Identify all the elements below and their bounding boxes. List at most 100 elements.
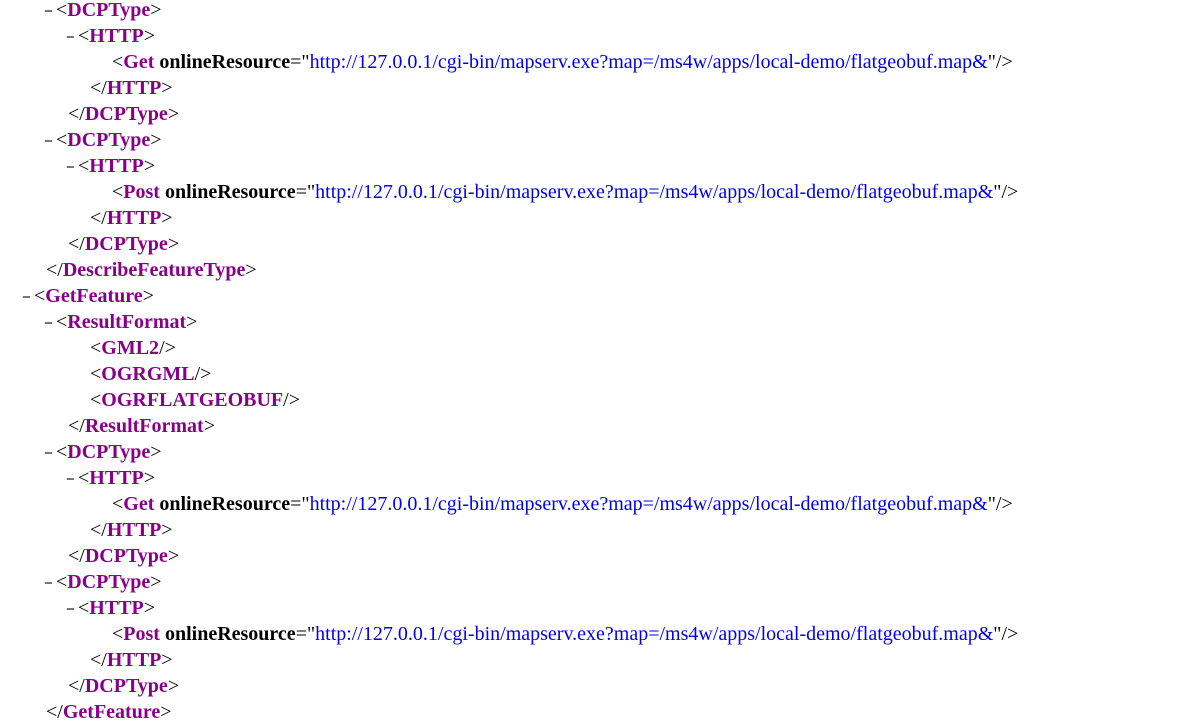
xml-line: − <DCPType> xyxy=(44,439,162,465)
attribute-name: onlineResource xyxy=(159,493,291,515)
tag-name: ResultFormat xyxy=(84,415,204,437)
tag-bracket: </ xyxy=(68,545,85,567)
collapse-toggle-icon[interactable]: − xyxy=(44,0,56,25)
tag-bracket: </ xyxy=(90,649,107,671)
tag-name: GetFeature xyxy=(62,701,161,723)
xml-line: </DCPType> xyxy=(68,673,179,699)
xml-line: </GetFeature> xyxy=(46,699,172,725)
xml-line: <OGRGML/> xyxy=(90,361,211,387)
collapse-toggle-icon[interactable]: − xyxy=(44,129,56,155)
attribute-name: onlineResource xyxy=(159,51,291,73)
collapse-toggle-icon[interactable]: − xyxy=(22,285,34,311)
tag-bracket: </ xyxy=(68,233,85,255)
tag-name: DCPType xyxy=(67,571,151,593)
tag-bracket: > xyxy=(142,285,154,307)
tag-bracket: > xyxy=(143,25,156,47)
tag-name: DCPType xyxy=(84,103,168,125)
tag-bracket: > xyxy=(160,701,172,723)
tag-bracket: </ xyxy=(90,207,107,229)
xml-line: − <GetFeature> xyxy=(22,283,154,309)
tag-bracket: </ xyxy=(46,259,63,281)
tag-bracket: > xyxy=(203,415,215,437)
tag-name: DCPType xyxy=(67,441,151,463)
tag-bracket: "/> xyxy=(993,181,1019,203)
tag-bracket: < xyxy=(56,571,68,593)
attribute-equals: =" xyxy=(290,493,310,515)
tag-bracket: > xyxy=(167,233,180,255)
tag-bracket: > xyxy=(161,207,173,229)
tag-bracket: > xyxy=(150,571,162,593)
tag-bracket: < xyxy=(56,441,68,463)
tag-bracket: < xyxy=(78,155,90,177)
xml-line: </DCPType> xyxy=(68,543,179,569)
tag-bracket: < xyxy=(78,467,90,489)
tag-bracket: > xyxy=(161,519,173,541)
xml-line: − <HTTP> xyxy=(66,23,155,49)
tag-name: HTTP xyxy=(106,77,162,99)
tag-bracket: > xyxy=(161,77,173,99)
tag-name: Get xyxy=(123,51,155,73)
tag-name: HTTP xyxy=(89,467,144,489)
tag-name: HTTP xyxy=(106,207,162,229)
tag-name: OGRFLATGEOBUF xyxy=(101,389,284,411)
tag-bracket: > xyxy=(143,467,156,489)
xml-line: </HTTP> xyxy=(90,647,173,673)
attribute-equals: =" xyxy=(290,51,310,73)
xml-line: − <DCPType> xyxy=(44,0,162,23)
tag-bracket: > xyxy=(245,259,257,281)
tag-name: HTTP xyxy=(89,155,144,177)
xml-line: − <HTTP> xyxy=(66,595,155,621)
collapse-toggle-icon[interactable]: − xyxy=(44,311,56,337)
collapse-toggle-icon[interactable]: − xyxy=(66,467,78,493)
tag-bracket: < xyxy=(78,597,90,619)
xml-line: <OGRFLATGEOBUF/> xyxy=(90,387,300,413)
tag-bracket: < xyxy=(78,25,90,47)
xml-line: </DCPType> xyxy=(68,101,179,127)
tag-bracket: "/> xyxy=(987,51,1013,73)
tag-name: DCPType xyxy=(84,545,168,567)
collapse-toggle-icon[interactable]: − xyxy=(66,597,78,623)
collapse-toggle-icon[interactable]: − xyxy=(66,155,78,181)
tag-bracket: > xyxy=(167,545,180,567)
tag-name: ResultFormat xyxy=(67,311,187,333)
xml-line: </DescribeFeatureType> xyxy=(46,257,257,283)
attribute-name: onlineResource xyxy=(164,623,296,645)
tag-name: GML2 xyxy=(101,337,160,359)
tag-bracket: </ xyxy=(90,77,107,99)
tag-name: Post xyxy=(123,623,160,645)
tag-bracket: > xyxy=(186,311,198,333)
tag-bracket: /> xyxy=(159,337,176,359)
tag-bracket: < xyxy=(56,311,68,333)
tag-name: DCPType xyxy=(84,675,168,697)
tag-name: DescribeFeatureType xyxy=(62,259,246,281)
tag-bracket: < xyxy=(112,623,124,645)
tag-bracket: > xyxy=(161,649,173,671)
tag-bracket: </ xyxy=(46,701,63,723)
collapse-toggle-icon[interactable]: − xyxy=(44,571,56,597)
tag-bracket: < xyxy=(34,285,46,307)
tag-bracket: > xyxy=(143,155,156,177)
tag-name: DCPType xyxy=(67,129,151,151)
attribute-equals: =" xyxy=(295,623,316,645)
tag-bracket: < xyxy=(90,389,102,411)
xml-line: <Get onlineResource="http://127.0.0.1/cg… xyxy=(112,491,1013,517)
tag-bracket: </ xyxy=(68,103,85,125)
tag-name: HTTP xyxy=(106,519,162,541)
tag-bracket: </ xyxy=(68,415,85,437)
tag-bracket: < xyxy=(112,493,124,515)
xml-line: <Post onlineResource="http://127.0.0.1/c… xyxy=(112,621,1018,647)
tag-bracket: < xyxy=(112,181,124,203)
collapse-toggle-icon[interactable]: − xyxy=(66,25,78,51)
collapse-toggle-icon[interactable]: − xyxy=(44,441,56,467)
tag-bracket: </ xyxy=(90,519,107,541)
tag-bracket: /> xyxy=(283,389,300,411)
attribute-value: http://127.0.0.1/cgi-bin/mapserv.exe?map… xyxy=(309,493,988,515)
tag-bracket: > xyxy=(167,103,180,125)
tag-bracket: > xyxy=(143,597,156,619)
xml-line: </HTTP> xyxy=(90,205,173,231)
tag-bracket: </ xyxy=(68,675,85,697)
tag-bracket: < xyxy=(90,363,102,385)
tag-name: Post xyxy=(123,181,160,203)
xml-line: <GML2/> xyxy=(90,335,176,361)
xml-line: <Post onlineResource="http://127.0.0.1/c… xyxy=(112,179,1018,205)
